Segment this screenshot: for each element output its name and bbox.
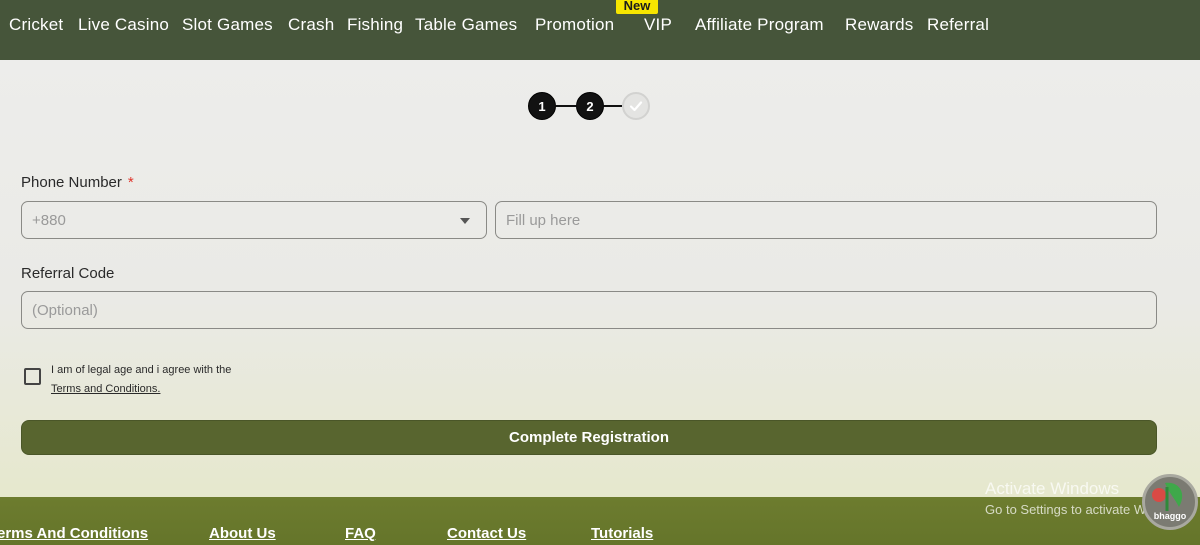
referral-code-label: Referral Code <box>21 265 115 282</box>
footer-link-tutorials[interactable]: Tutorials <box>591 525 653 542</box>
bhaggo-label: bhaggo <box>1153 511 1187 521</box>
nav-item-promotion[interactable]: Promotion <box>535 15 614 35</box>
referral-code-input[interactable] <box>32 292 1156 328</box>
agree-text: I am of legal age and i agree with the <box>51 364 232 376</box>
nav-item-crash[interactable]: Crash <box>288 15 334 35</box>
nav-item-slot-games[interactable]: Slot Games <box>182 15 273 35</box>
nav-item-table-games[interactable]: Table Games <box>415 15 517 35</box>
top-navigation: Cricket Live Casino Slot Games Crash Fis… <box>0 0 1200 60</box>
step-complete-check-icon <box>622 92 650 120</box>
nav-item-fishing[interactable]: Fishing <box>347 15 403 35</box>
step-connector <box>604 105 622 107</box>
registration-panel: 1 2 Phone Number * +880 Referral Code I a… <box>0 60 1200 497</box>
nav-item-vip[interactable]: VIP <box>644 15 672 35</box>
referral-code-field[interactable] <box>21 291 1157 329</box>
phone-number-label: Phone Number * <box>21 174 134 191</box>
activate-windows-watermark: Activate Windows <box>985 479 1120 498</box>
progress-stepper: 1 2 <box>526 92 656 122</box>
phone-number-field[interactable] <box>495 201 1157 239</box>
nav-item-referral[interactable]: Referral <box>927 15 989 35</box>
phone-number-label-text: Phone Number <box>21 174 122 191</box>
floating-chat-badge[interactable]: bhaggo <box>1142 474 1198 530</box>
step-connector <box>556 105 576 107</box>
footer-link-contact[interactable]: Contact Us <box>447 525 526 542</box>
terms-link[interactable]: Terms and Conditions. <box>51 383 160 395</box>
check-icon <box>629 101 643 112</box>
complete-registration-button[interactable]: Complete Registration <box>21 420 1157 455</box>
footer-link-about[interactable]: About Us <box>209 525 276 542</box>
nav-item-rewards[interactable]: Rewards <box>845 15 913 35</box>
step-1: 1 <box>528 92 556 120</box>
required-asterisk: * <box>127 174 134 191</box>
phone-number-input[interactable] <box>506 202 1156 238</box>
agree-checkbox[interactable] <box>24 368 41 385</box>
chevron-down-icon <box>460 218 470 224</box>
step-2: 2 <box>576 92 604 120</box>
footer-link-terms[interactable]: erms And Conditions <box>0 525 148 542</box>
nav-item-cricket[interactable]: Cricket <box>9 15 63 35</box>
country-code-select[interactable]: +880 <box>21 201 487 239</box>
nav-item-live-casino[interactable]: Live Casino <box>78 15 169 35</box>
nav-item-affiliate-program[interactable]: Affiliate Program <box>695 15 824 35</box>
country-code-value: +880 <box>32 211 66 229</box>
footer-link-faq[interactable]: FAQ <box>345 525 376 542</box>
new-badge: New <box>616 0 658 14</box>
